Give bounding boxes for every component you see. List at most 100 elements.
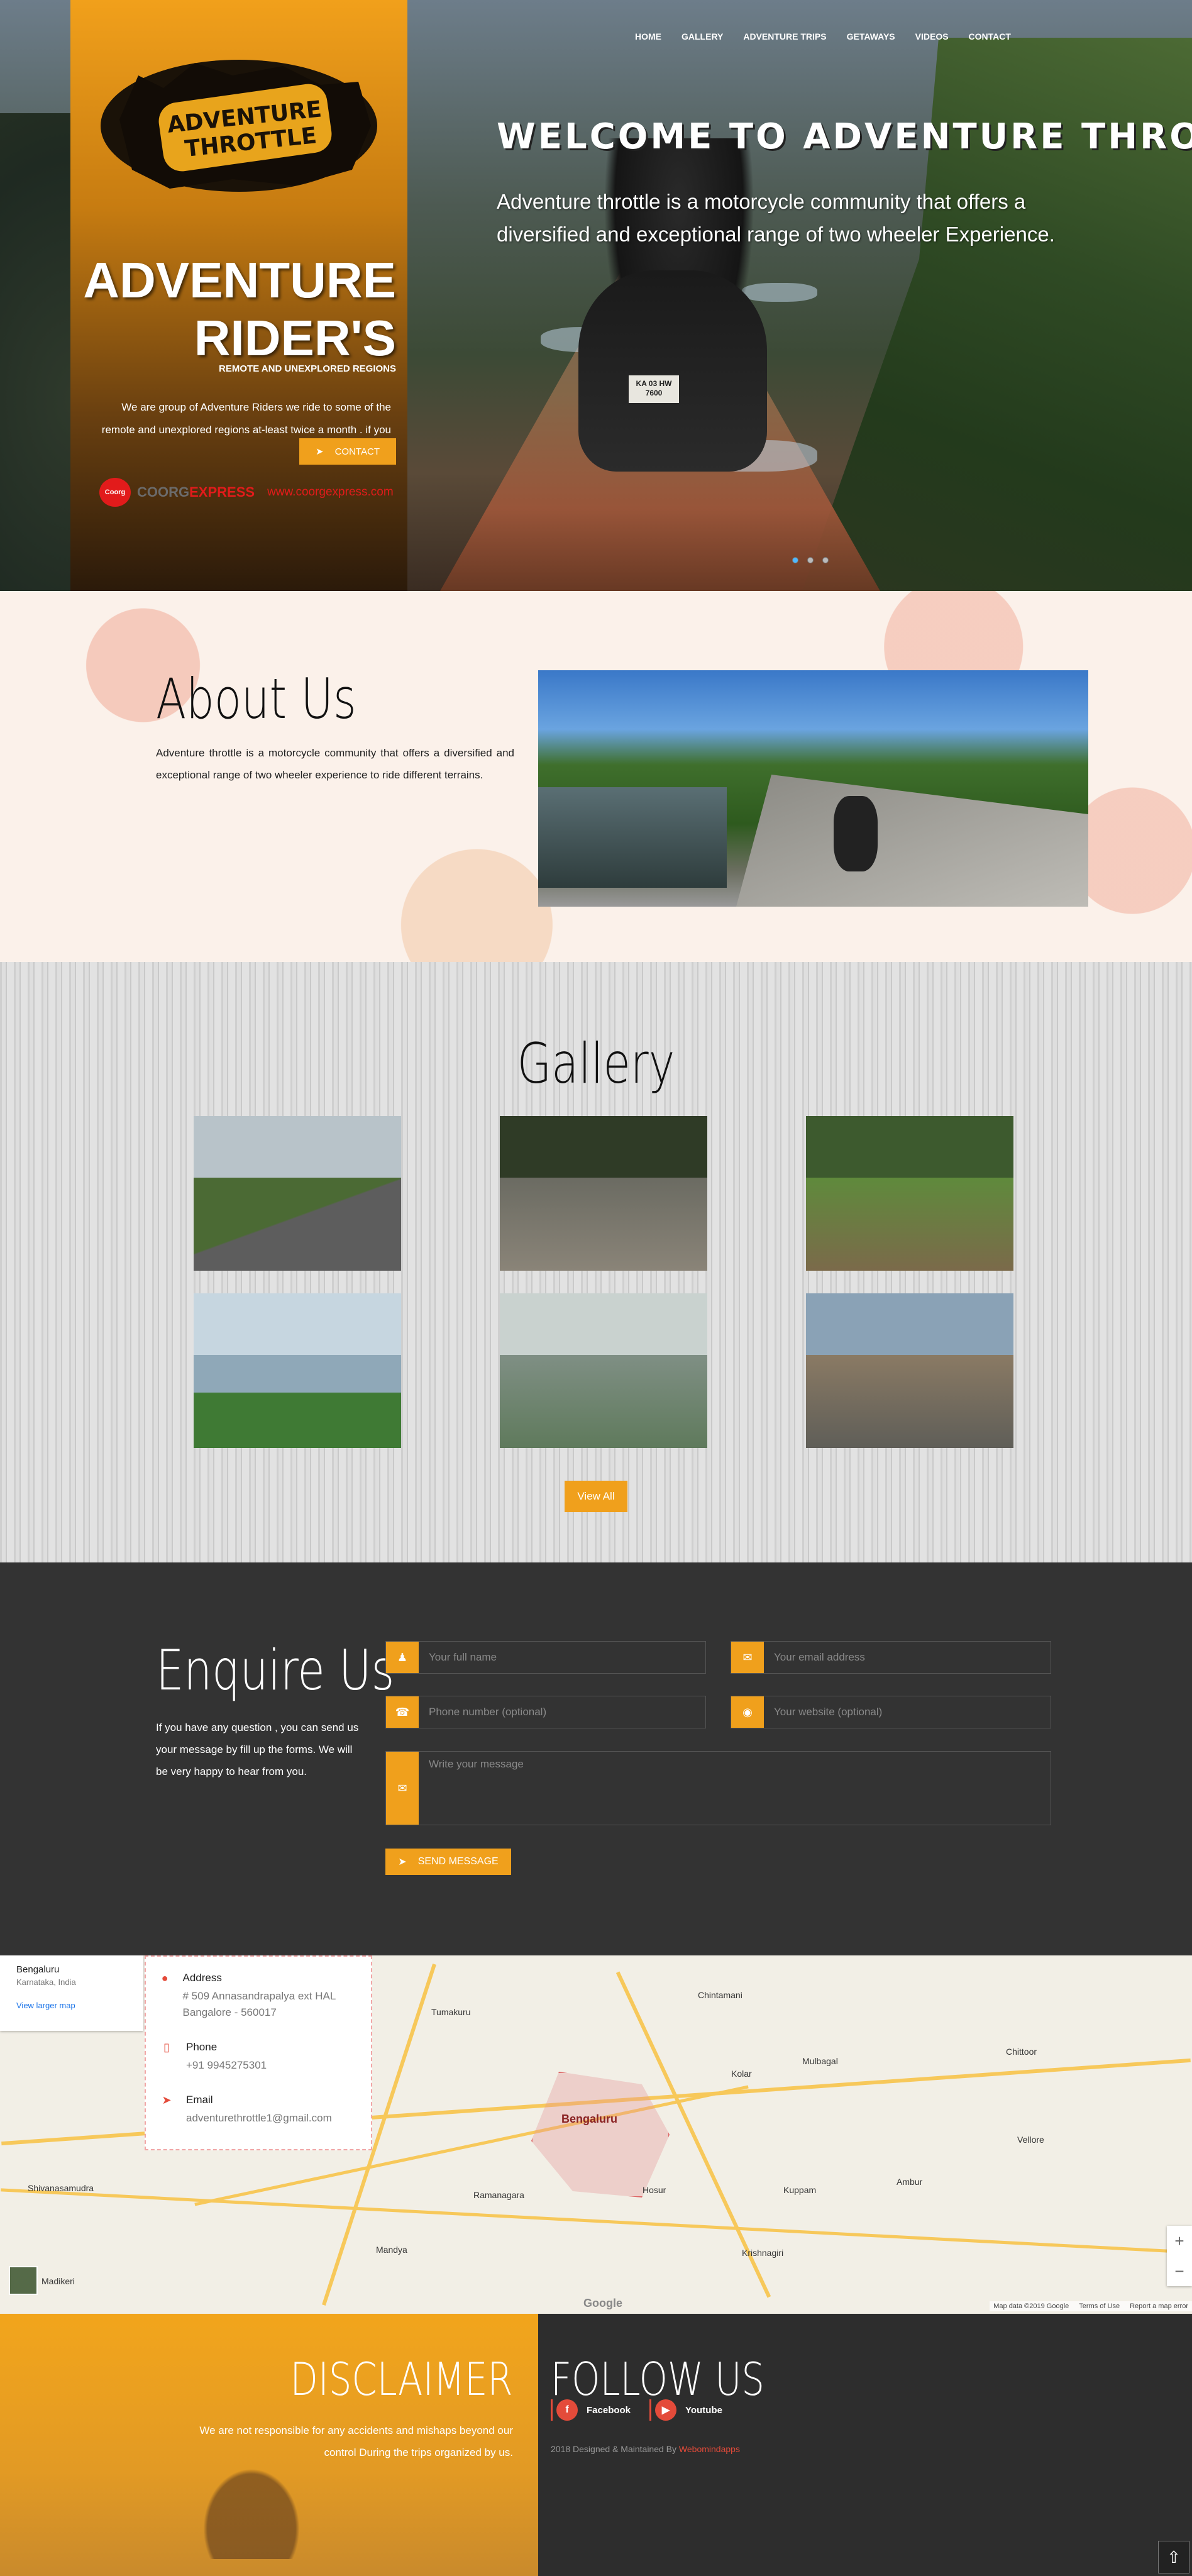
sponsor-name: COORGEXPRESS [137,484,255,500]
adventure-throttle-logo[interactable]: ADVENTURE THROTTLE [94,50,384,201]
scroll-to-top-button[interactable]: ⇧ [1158,2541,1189,2573]
coorg-express-badge-icon: Coorg [99,478,131,507]
map-city: Bengaluru [561,2113,618,2125]
email-field: ✉ [731,1641,1051,1674]
follow-section: FOLLOW US f Facebook ▶ Youtube 2018 Desi… [538,2314,1192,2576]
envelope-icon: ✉ [386,1752,419,1825]
mobile-icon: ▯ [163,2041,170,2054]
zoom-out-button[interactable]: − [1167,2256,1192,2286]
nav-contact[interactable]: CONTACT [969,31,1011,41]
phone-icon: ☎ [386,1696,419,1728]
youtube-label: Youtube [685,2404,722,2416]
nav-getaways[interactable]: GETAWAYS [847,31,895,41]
map-city: Kolar [731,2069,752,2079]
phone-input[interactable] [419,1696,705,1728]
slider-dot[interactable] [792,557,798,563]
gallery-title: Gallery [517,1031,675,1096]
website-input[interactable] [764,1696,1051,1728]
follow-title: FOLLOW US [551,2353,764,2406]
message-field: ✉ [385,1751,1051,1825]
address-row: ● Address # 509 Annasandrapalya ext HAL … [161,1972,356,2021]
about-image [538,670,1088,907]
sponsor-coorg-express[interactable]: Coorg COORGEXPRESS www.coorgexpress.com [99,478,394,507]
email-value: adventurethrottle1@gmail.com [186,2112,332,2124]
map-place-subtitle: Karnataka, India [16,1977,76,1987]
map-marker-icon: ● [161,1972,168,1984]
hero-slider: KA 03 HW 7600 HOME GALLERY ADVENTURE TRI… [0,0,1192,591]
location-map[interactable]: Bengaluru Tumakuru Chintamani Hosur Kola… [0,1955,1192,2314]
about-image-road [736,775,1088,907]
paper-plane-icon: ➤ [398,1857,407,1867]
contact-button-label: CONTACT [334,446,380,457]
bengaluru-region [531,2072,670,2197]
facebook-label: Facebook [587,2404,631,2416]
hero-title: WELCOME TO ADVENTURE THROTTLE [497,116,1192,157]
facebook-icon: f [556,2399,578,2421]
gallery-image[interactable] [806,1116,1013,1271]
youtube-icon: ▶ [655,2399,677,2421]
gallery-image[interactable] [500,1116,707,1271]
disclaimer-rider-silhouette [195,2458,308,2559]
nav-adventure-trips[interactable]: ADVENTURE TRIPS [743,31,826,41]
gallery-image[interactable] [500,1293,707,1448]
hero-side-panel: ADVENTURE THROTTLE ADVENTURE RIDER'S REM… [70,0,407,591]
nav-home[interactable]: HOME [635,31,661,41]
address-value: # 509 Annasandrapalya ext HAL Bangalore … [182,1990,336,2018]
email-label: Email [186,2094,213,2106]
phone-field: ☎ [385,1696,706,1728]
view-all-button[interactable]: View All [565,1481,627,1512]
map-city: Mandya [376,2245,407,2255]
view-larger-map-link[interactable]: View larger map [16,2001,127,2010]
email-row: ➤ Email adventurethrottle1@gmail.com [161,2094,356,2126]
nav-gallery[interactable]: GALLERY [682,31,723,41]
panel-subtitle: REMOTE AND UNEXPLORED REGIONS [219,363,396,374]
map-zoom-controls: + − [1167,2226,1192,2286]
map-city: Vellore [1017,2135,1044,2145]
globe-icon: ◉ [731,1696,764,1728]
website-field: ◉ [731,1696,1051,1728]
address-card: ● Address # 509 Annasandrapalya ext HAL … [145,1955,372,2150]
map-city: Tumakuru [431,2007,471,2017]
gallery-image[interactable] [806,1293,1013,1448]
panel-title: ADVENTURE RIDER'S [83,252,396,367]
terms-link[interactable]: Terms of Use [1079,2302,1120,2310]
slider-dot[interactable] [822,557,829,563]
contact-button[interactable]: ➤ CONTACT [299,438,396,465]
map-road [1,2188,1191,2254]
satellite-toggle[interactable] [9,2266,38,2295]
paper-plane-icon: ➤ [162,2094,172,2106]
hero-plate: KA 03 HW 7600 [629,375,679,403]
credit-brand-link[interactable]: Webomindapps [679,2444,740,2454]
youtube-link[interactable]: ▶ Youtube [649,2399,722,2421]
name-input[interactable] [419,1642,705,1673]
about-image-water [538,787,727,888]
slider-dot[interactable] [807,557,814,563]
credit-text: 2018 Designed & Maintained By Webomindap… [551,2444,740,2454]
map-city: Shivanasamudra [28,2183,94,2193]
facebook-link[interactable]: f Facebook [551,2399,631,2421]
name-field: ♟ [385,1641,706,1674]
nav-videos[interactable]: VIDEOS [915,31,949,41]
gallery-image[interactable] [194,1116,401,1271]
disclaimer-section: DISCLAIMER We are not responsible for an… [0,2314,538,2576]
map-city: Madikeri [41,2276,75,2286]
panel-title-line1: ADVENTURE [83,252,396,308]
send-button-label: SEND MESSAGE [417,1856,499,1867]
send-message-button[interactable]: ➤ SEND MESSAGE [385,1849,511,1875]
map-place-card: Bengaluru Karnataka, India View larger m… [0,1955,143,2031]
sponsor-url[interactable]: www.coorgexpress.com [267,485,394,499]
google-logo: Google [583,2297,622,2309]
about-section: About Us Adventure throttle is a motorcy… [0,591,1192,962]
report-error-link[interactable]: Report a map error [1130,2302,1188,2310]
message-input[interactable] [419,1752,1051,1825]
about-image-motorcycle [834,796,878,871]
zoom-in-button[interactable]: + [1167,2226,1192,2256]
map-city: Ramanagara [473,2190,524,2200]
map-data-text: Map data ©2019 Google [993,2302,1069,2310]
email-input[interactable] [764,1642,1051,1673]
enquire-section: Enquire Us If you have any question , yo… [0,1562,1192,1955]
gallery-image[interactable] [194,1293,401,1448]
slider-dots [792,557,829,563]
map-city: Ambur [897,2177,923,2187]
phone-label: Phone [186,2041,218,2053]
